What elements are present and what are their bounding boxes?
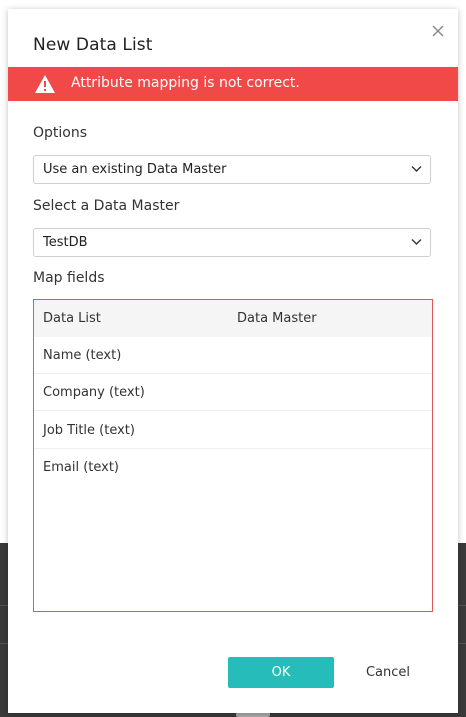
data-list-field: Company (text): [43, 385, 145, 400]
field-mapping-table: Data List Data Master Name (text) Compan…: [33, 299, 433, 612]
options-selected-value: Use an existing Data Master: [43, 162, 227, 177]
error-alert: Attribute mapping is not correct.: [8, 67, 458, 101]
close-icon[interactable]: [430, 23, 446, 39]
data-list-field: Name (text): [43, 348, 122, 363]
table-header: Data List Data Master: [34, 300, 432, 337]
chevron-down-icon: [411, 239, 422, 245]
column-header-data-master: Data Master: [237, 311, 317, 326]
map-fields-label: Map fields: [33, 270, 105, 286]
options-label: Options: [33, 125, 88, 141]
dialog-title: New Data List: [33, 35, 153, 55]
table-row[interactable]: Job Title (text): [34, 412, 432, 449]
data-list-field: Email (text): [43, 460, 120, 475]
data-master-selected-value: TestDB: [43, 235, 88, 250]
chevron-down-icon: [411, 166, 422, 172]
table-row[interactable]: Company (text): [34, 374, 432, 411]
data-master-label: Select a Data Master: [33, 198, 180, 214]
options-select[interactable]: Use an existing Data Master: [33, 155, 431, 184]
data-list-field: Job Title (text): [43, 423, 135, 438]
data-master-select[interactable]: TestDB: [33, 228, 431, 257]
new-data-list-dialog: New Data List Attribute mapping is not c…: [8, 9, 458, 713]
cancel-button[interactable]: Cancel: [348, 657, 428, 688]
alert-message: Attribute mapping is not correct.: [71, 75, 300, 91]
warning-icon: [35, 75, 55, 93]
table-row[interactable]: Email (text): [34, 449, 432, 486]
table-row[interactable]: Name (text): [34, 337, 432, 374]
column-header-data-list: Data List: [43, 311, 101, 326]
ok-button[interactable]: OK: [228, 657, 334, 688]
